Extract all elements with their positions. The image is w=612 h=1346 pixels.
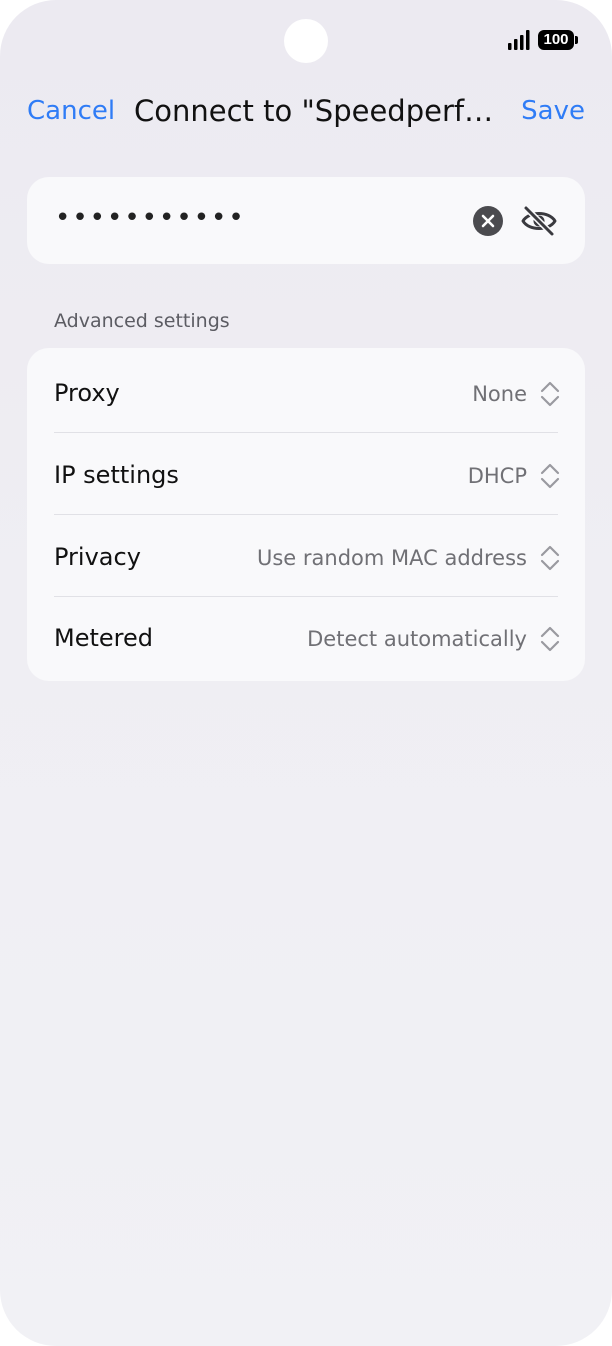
header: Cancel Connect to "Speedperfor... Save — [0, 90, 612, 136]
eye-off-icon[interactable] — [519, 201, 559, 241]
row-value: Use random MAC address — [257, 546, 527, 570]
cancel-button[interactable]: Cancel — [27, 96, 115, 126]
row-value: DHCP — [467, 464, 527, 488]
save-button[interactable]: Save — [521, 96, 585, 126]
advanced-settings-card: Proxy None IP settings DHCP Privacy Use … — [27, 348, 585, 681]
privacy-row[interactable]: Privacy Use random MAC address — [27, 516, 585, 598]
advanced-settings-label: Advanced settings — [54, 310, 230, 332]
row-value: None — [472, 382, 527, 406]
stepper-icon — [540, 381, 560, 407]
status-bar: 100 — [508, 30, 578, 50]
row-label: IP settings — [54, 461, 179, 489]
proxy-row[interactable]: Proxy None — [27, 352, 585, 434]
password-field[interactable]: ••••••••••• — [27, 177, 585, 264]
metered-row[interactable]: Metered Detect automatically — [27, 597, 585, 679]
battery-level: 100 — [543, 31, 569, 48]
battery-icon: 100 — [538, 30, 578, 50]
signal-icon — [508, 30, 530, 50]
phone-screen: 100 Cancel Connect to "Speedperfor... Sa… — [0, 0, 612, 1346]
row-label: Privacy — [54, 543, 141, 571]
page-title: Connect to "Speedperfor... — [134, 94, 506, 128]
row-label: Metered — [54, 624, 153, 652]
stepper-icon — [540, 545, 560, 571]
divider — [54, 514, 558, 515]
stepper-icon — [540, 626, 560, 652]
divider — [54, 432, 558, 433]
ip-settings-row[interactable]: IP settings DHCP — [27, 434, 585, 516]
password-input-value[interactable]: ••••••••••• — [55, 203, 246, 233]
row-value: Detect automatically — [307, 627, 527, 651]
camera-cutout — [284, 19, 328, 63]
row-label: Proxy — [54, 379, 120, 407]
clear-icon[interactable] — [473, 206, 503, 236]
stepper-icon — [540, 463, 560, 489]
